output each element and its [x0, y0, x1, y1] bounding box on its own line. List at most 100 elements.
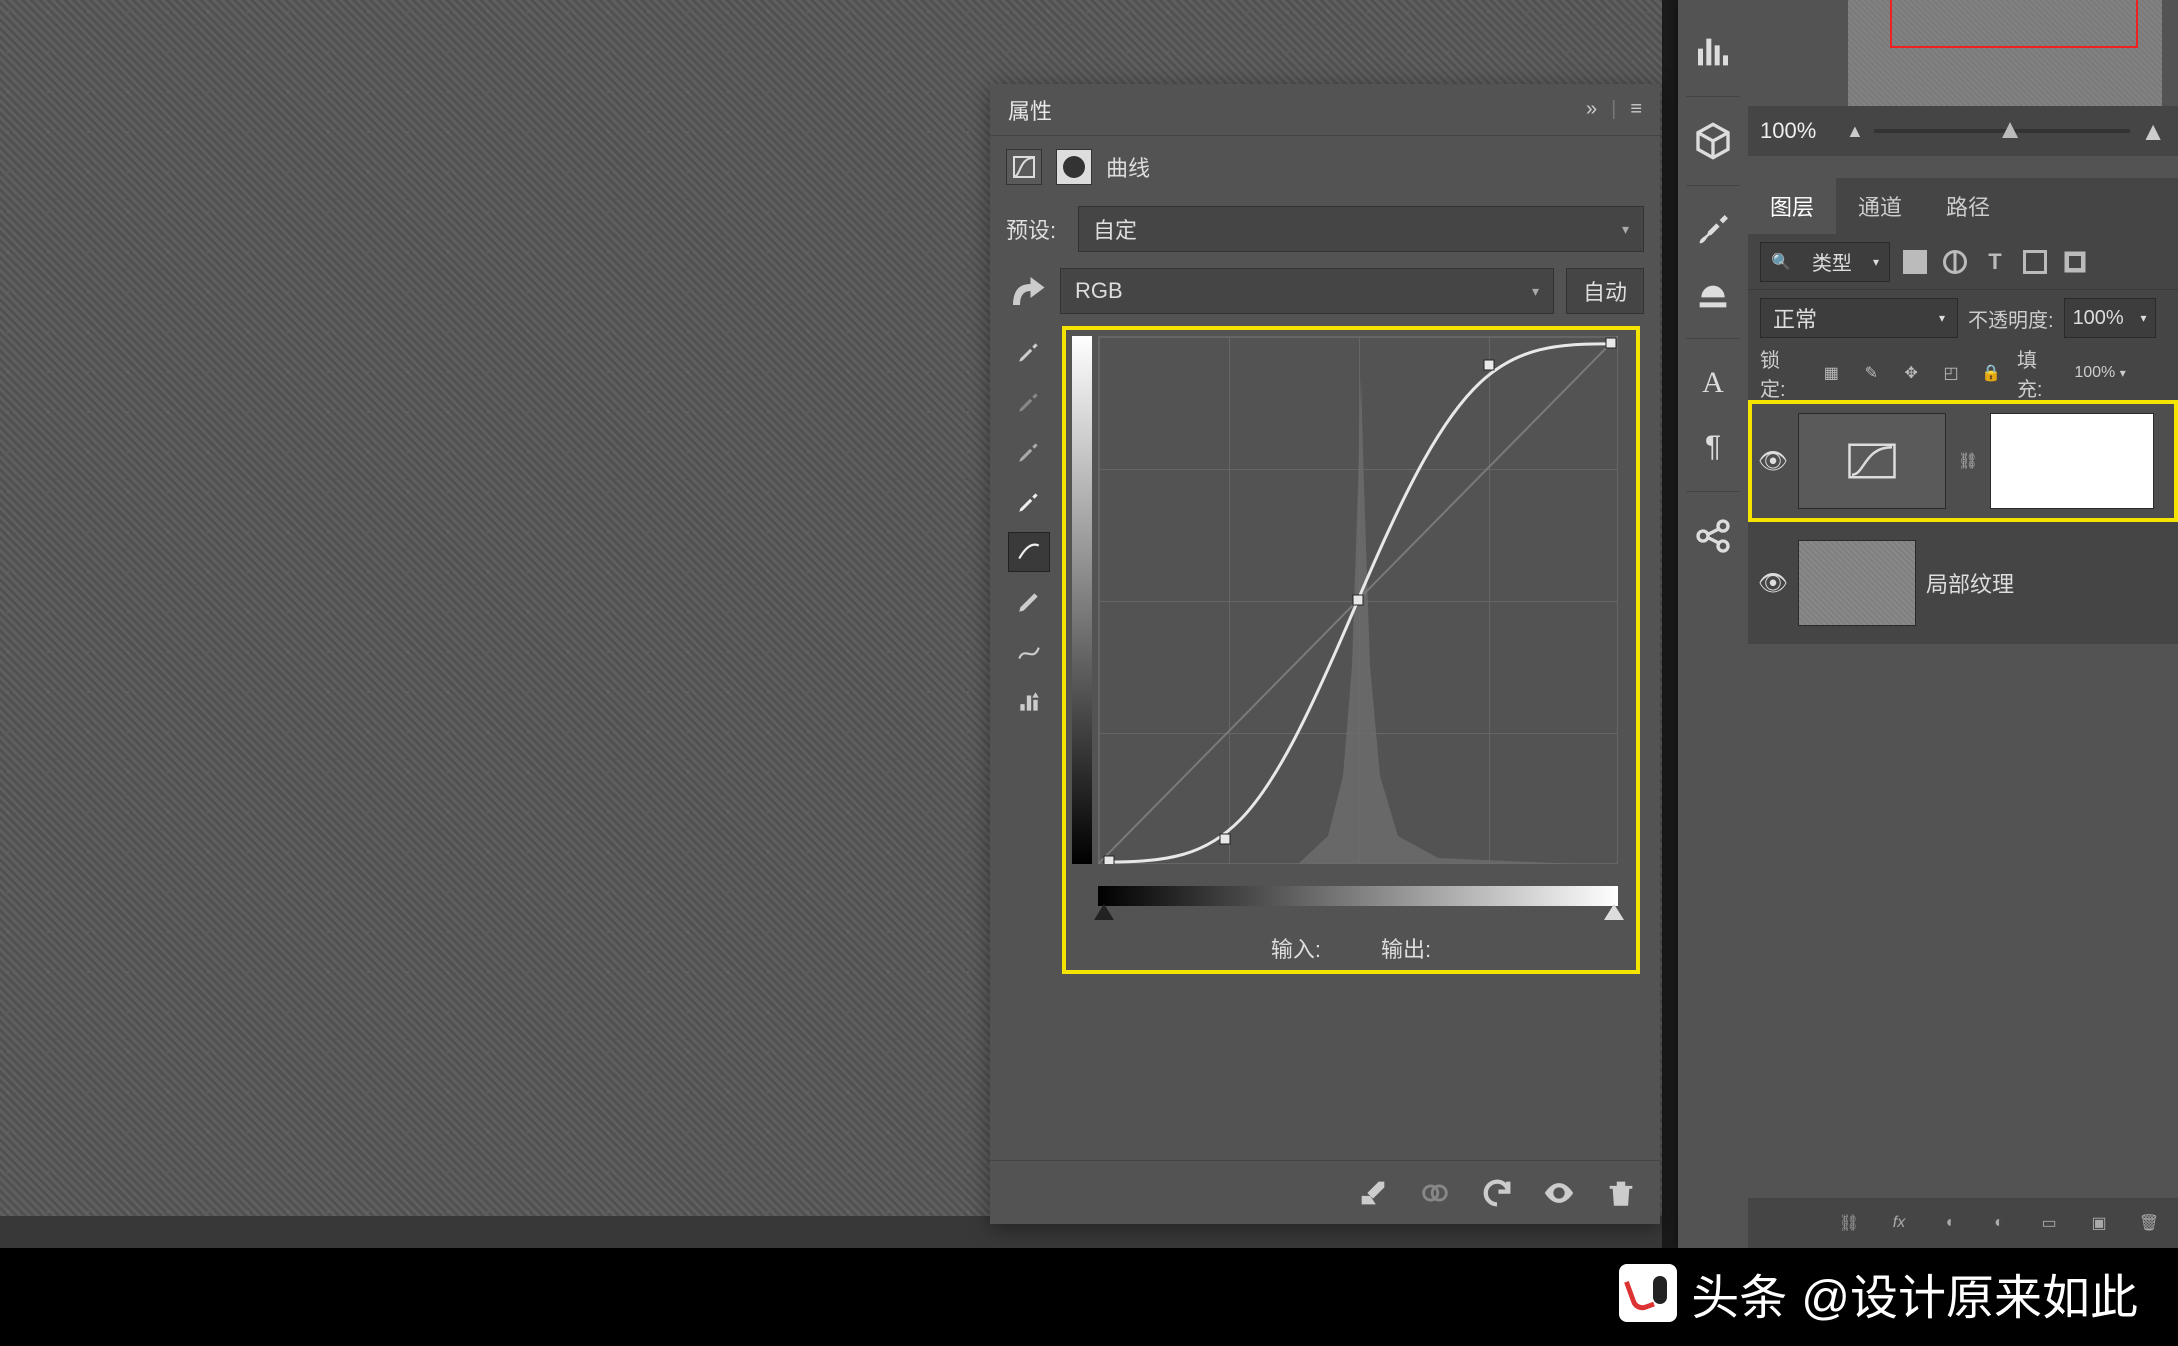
share-dock-icon[interactable] — [1693, 516, 1733, 556]
clip-warning-icon[interactable] — [1008, 682, 1050, 722]
layer-mask-thumb[interactable] — [1990, 413, 2154, 509]
3d-dock-icon[interactable] — [1693, 121, 1733, 161]
black-point-eyedropper-icon[interactable] — [1008, 382, 1050, 422]
navigator-view-box[interactable] — [1890, 0, 2138, 48]
visibility-toggle-icon[interactable]: 👁 — [1758, 447, 1788, 476]
zoom-out-icon[interactable]: ▲ — [1846, 121, 1864, 142]
reset-icon[interactable] — [1480, 1176, 1514, 1210]
curves-highlight-box: 输入: 输出: — [1062, 326, 1640, 974]
zoom-slider[interactable] — [1874, 129, 2130, 133]
properties-header: 属性 » | ≡ — [990, 84, 1660, 136]
brush-dock-icon[interactable] — [1693, 210, 1733, 250]
new-adjustment-icon[interactable]: ◐ — [1984, 1214, 2014, 1232]
layer-filter-row: 🔍 类型 ▾ T — [1748, 234, 2178, 290]
filter-adjustment-icon[interactable] — [1940, 247, 1970, 277]
white-point-eyedropper-icon[interactable] — [1008, 482, 1050, 522]
filter-type-dropdown[interactable]: 🔍 类型 ▾ — [1760, 242, 1890, 282]
fill-label: 填充: — [2017, 344, 2062, 402]
blend-mode-dropdown[interactable]: 正常 ▾ — [1760, 298, 1958, 338]
lock-label: 锁定: — [1760, 344, 1805, 402]
channel-dropdown[interactable]: RGB ▾ — [1060, 268, 1554, 314]
tab-paths[interactable]: 路径 — [1924, 178, 2012, 234]
navigator-panel: 100% ▲ ▲ — [1748, 0, 2178, 124]
watermark-brand: 头条 — [1691, 1258, 1787, 1328]
watermark: 头条 @设计原来如此 — [1619, 1258, 2138, 1328]
new-group-icon[interactable]: ▭ — [2034, 1213, 2064, 1233]
visibility-toggle-icon[interactable]: 👁 — [1758, 569, 1788, 598]
filter-type-label: 类型 — [1812, 247, 1852, 276]
link-mask-icon[interactable]: ⛓ — [1956, 451, 1980, 471]
delete-adjustment-icon[interactable] — [1604, 1176, 1638, 1210]
layer-name[interactable]: 局部纹理 — [1926, 567, 2014, 599]
paragraph-dock-icon[interactable]: ¶ — [1693, 427, 1733, 467]
new-layer-icon[interactable]: ▣ — [2084, 1213, 2114, 1233]
histogram-dock-icon[interactable] — [1693, 32, 1733, 72]
fill-dropdown[interactable]: 100% ▾ — [2074, 364, 2166, 382]
fill-value: 100% — [2074, 364, 2115, 381]
tab-layers[interactable]: 图层 — [1748, 178, 1836, 234]
zoom-value[interactable]: 100% — [1760, 118, 1836, 144]
clip-to-layer-icon[interactable] — [1356, 1176, 1390, 1210]
opacity-label: 不透明度: — [1968, 304, 2054, 333]
output-label: 输出: — [1381, 937, 1431, 962]
previous-state-icon[interactable] — [1418, 1176, 1452, 1210]
zoom-in-icon[interactable]: ▲ — [2140, 116, 2166, 147]
swatches-dock-icon[interactable] — [1693, 274, 1733, 314]
layer-row-curves[interactable]: 👁 ⛓ — [1748, 400, 2178, 522]
preset-value: 自定 — [1093, 213, 1137, 245]
edit-points-icon[interactable] — [1008, 532, 1050, 572]
opacity-value: 100% — [2073, 307, 2124, 330]
lock-artboard-icon[interactable]: ◰ — [1937, 363, 1965, 383]
properties-panel: 属性 » | ≡ 曲线 预设: 自定 ▾ RGB ▾ 自动 — [990, 84, 1660, 1224]
output-gradient — [1072, 336, 1092, 864]
delete-layer-icon[interactable]: 🗑 — [2134, 1213, 2164, 1233]
input-gradient — [1098, 886, 1618, 906]
lock-position-icon[interactable]: ✥ — [1897, 363, 1925, 383]
blend-row: 正常 ▾ 不透明度: 100% ▾ — [1748, 290, 2178, 346]
chevron-down-icon: ▾ — [1622, 221, 1629, 238]
on-image-adjust-icon[interactable] — [1006, 270, 1048, 312]
draw-curve-pencil-icon[interactable] — [1008, 582, 1050, 622]
tab-channels[interactable]: 通道 — [1836, 178, 1924, 234]
channel-value: RGB — [1075, 278, 1123, 304]
navigator-zoom-row: 100% ▲ ▲ — [1748, 106, 2178, 156]
adjustment-type-row: 曲线 — [990, 136, 1660, 198]
curves-layer-thumb[interactable] — [1798, 413, 1946, 509]
filter-pixel-icon[interactable] — [1900, 247, 1930, 277]
collapse-icon[interactable]: » — [1586, 98, 1597, 121]
lock-all-icon[interactable]: 🔒 — [1977, 363, 2005, 383]
gray-point-eyedropper-icon[interactable] — [1008, 432, 1050, 472]
chevron-down-icon: ▾ — [1532, 283, 1539, 300]
opacity-dropdown[interactable]: 100% ▾ — [2064, 298, 2156, 338]
layer-mask-icon — [1056, 149, 1092, 185]
preset-dropdown[interactable]: 自定 ▾ — [1078, 206, 1644, 252]
filter-smart-icon[interactable] — [2060, 247, 2090, 277]
properties-title: 属性 — [1008, 94, 1052, 126]
toggle-visibility-icon[interactable] — [1542, 1176, 1576, 1210]
layers-footer: ⛓ fx ◖ ◐ ▭ ▣ 🗑 — [1748, 1198, 2178, 1248]
panel-menu-icon[interactable]: ≡ — [1630, 98, 1642, 121]
character-dock-icon[interactable]: A — [1693, 363, 1733, 403]
filter-shape-icon[interactable] — [2020, 247, 2050, 277]
watermark-user: @设计原来如此 — [1801, 1258, 2138, 1328]
navigator-thumbnail[interactable] — [1848, 0, 2162, 109]
curves-graph[interactable] — [1072, 336, 1618, 882]
curves-svg — [1098, 336, 1618, 864]
texture-layer-thumb[interactable] — [1798, 540, 1916, 626]
add-mask-icon[interactable]: ◖ — [1934, 1214, 1964, 1232]
collapsed-dock: A ¶ — [1678, 0, 1748, 1248]
layer-fx-icon[interactable]: fx — [1884, 1214, 1914, 1232]
sample-eyedropper-icon[interactable] — [1008, 332, 1050, 372]
smooth-curve-icon[interactable] — [1008, 632, 1050, 672]
input-label: 输入: — [1271, 937, 1321, 962]
preset-row: 预设: 自定 ▾ — [990, 198, 1660, 260]
filter-type-t-icon[interactable]: T — [1980, 247, 2010, 277]
lock-image-icon[interactable]: ✎ — [1857, 363, 1885, 383]
auto-button[interactable]: 自动 — [1566, 268, 1644, 314]
toutiao-logo-icon — [1619, 1264, 1677, 1322]
link-layers-icon[interactable]: ⛓ — [1834, 1213, 1864, 1233]
curves-adjustment-icon — [1006, 149, 1042, 185]
blend-mode-value: 正常 — [1773, 302, 1817, 334]
layer-row-texture[interactable]: 👁 局部纹理 — [1748, 522, 2178, 644]
lock-transparency-icon[interactable]: ▦ — [1817, 363, 1845, 383]
